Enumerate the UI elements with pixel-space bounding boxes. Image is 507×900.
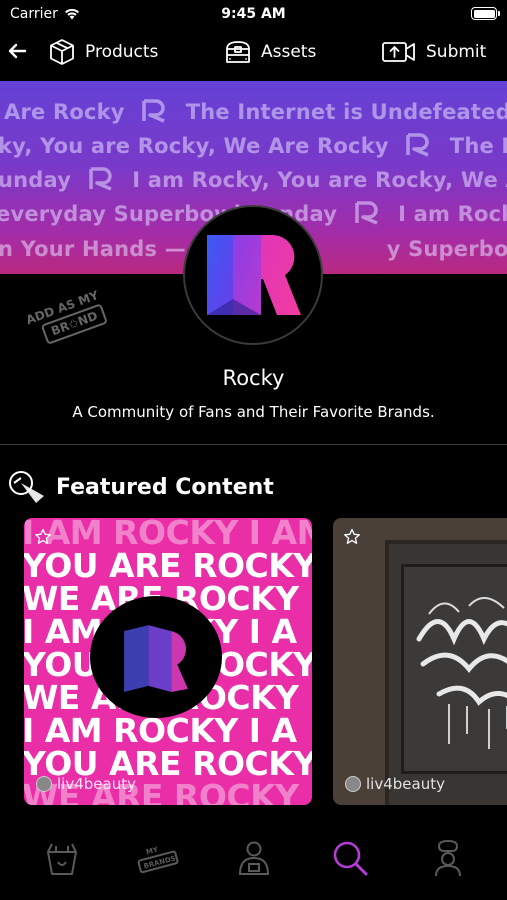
r-logo-icon xyxy=(354,201,378,225)
profile-tagline: A Community of Fans and Their Favorite B… xyxy=(72,403,435,421)
r-logo-icon xyxy=(406,133,430,157)
upload-video-icon xyxy=(382,42,415,62)
featured-card[interactable]: I AM ROCKY I AM YOU ARE ROCKY WE ARE ROC… xyxy=(24,518,312,805)
status-bar: Carrier 9:45 AM xyxy=(0,0,507,28)
battery-icon xyxy=(471,7,500,20)
graffiti-door-image xyxy=(385,540,507,805)
submit-button[interactable]: Submit xyxy=(381,38,486,66)
add-as-my-brand-stamp[interactable]: ADD AS MY BR✩ND xyxy=(24,288,109,349)
products-button[interactable]: Products xyxy=(48,38,158,66)
featured-content-title: Featured Content xyxy=(56,475,274,500)
products-label: Products xyxy=(85,42,159,62)
takeout-box-icon[interactable] xyxy=(42,838,82,878)
brand-avatar[interactable] xyxy=(183,205,323,345)
assets-label: Assets xyxy=(261,42,317,62)
assets-button[interactable]: Assets xyxy=(224,38,316,66)
my-brands-icon[interactable]: MY BRANDS xyxy=(134,838,180,878)
favorite-star-icon[interactable] xyxy=(343,528,361,546)
profile-badge-icon[interactable] xyxy=(234,838,274,878)
banner-row: ky, You are Rocky, We Are Rocky The Inte… xyxy=(0,133,507,158)
treasure-chest-icon xyxy=(226,41,250,63)
divider xyxy=(0,444,507,445)
top-navigation: Products Assets Submit xyxy=(0,30,507,74)
chef-icon[interactable] xyxy=(428,838,468,878)
r-logo-icon xyxy=(142,99,165,123)
banner-row: unday I am Rocky, You are Rocky, We Are … xyxy=(0,167,507,192)
box-icon xyxy=(50,39,74,65)
banner-row: Are Rocky The Internet is Undefeated —— … xyxy=(4,99,507,124)
bottom-tab-bar: MY BRANDS xyxy=(0,826,507,900)
r-logo-icon xyxy=(88,167,112,191)
search-icon[interactable] xyxy=(330,838,370,878)
card-logo xyxy=(90,596,222,718)
favorite-star-icon[interactable] xyxy=(34,528,52,546)
graffiti-drawing xyxy=(416,597,507,749)
author-avatar xyxy=(36,776,52,792)
rocky-logo xyxy=(124,625,188,692)
back-arrow-icon[interactable] xyxy=(6,40,28,62)
featured-card[interactable]: liv4beauty xyxy=(333,518,507,805)
author-avatar xyxy=(345,776,361,792)
card-author[interactable]: liv4beauty xyxy=(36,775,136,793)
rocky-logo xyxy=(207,235,301,315)
spotlight-icon xyxy=(9,471,44,503)
submit-label: Submit xyxy=(426,42,487,62)
clock: 9:45 AM xyxy=(221,6,286,22)
profile-name: Rocky xyxy=(222,366,285,390)
card-author[interactable]: liv4beauty xyxy=(345,775,445,793)
